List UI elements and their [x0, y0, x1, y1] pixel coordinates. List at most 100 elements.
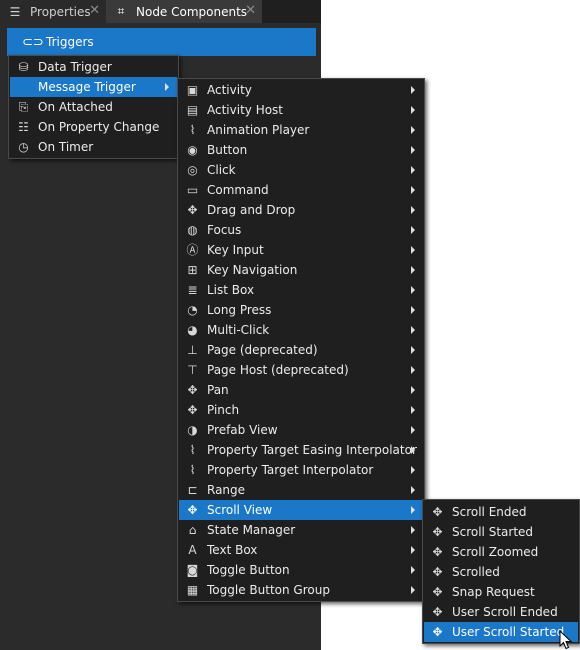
menu-item-label: List Box — [207, 283, 255, 297]
menu-item-scrolled[interactable]: ✥ Scrolled — [424, 562, 578, 582]
menu-item-label: Key Navigation — [207, 263, 298, 277]
chevron-right-icon — [411, 586, 415, 594]
menu-item-long-press[interactable]: ◔ Long Press — [179, 300, 423, 320]
menu-item-label: Prefab View — [207, 423, 278, 437]
menu-item-list-box[interactable]: ≣ List Box — [179, 280, 423, 300]
menu-item-scroll-ended[interactable]: ✥ Scroll Ended — [424, 502, 578, 522]
menu-item-prefab-view[interactable]: ◑ Prefab View — [179, 420, 423, 440]
menu-item-scroll-view[interactable]: ✥ Scroll View — [179, 500, 423, 520]
scroll-icon: ✥ — [432, 545, 443, 559]
close-icon[interactable]: ✕ — [245, 3, 256, 18]
menu-item-label: On Attached — [38, 100, 113, 114]
menu-item-scroll-started[interactable]: ✥ Scroll Started — [424, 522, 578, 542]
easing-icon: ⌇ — [189, 443, 196, 457]
menu-item-label: Button — [207, 143, 248, 157]
menu-item-on-property-change[interactable]: ☷ On Property Change — [10, 117, 177, 137]
menu-item-pinch[interactable]: ✥ Pinch — [179, 400, 423, 420]
chevron-right-icon — [411, 406, 415, 414]
prefab-icon: ◑ — [187, 423, 198, 437]
chevron-right-icon — [411, 526, 415, 534]
menu-item-on-timer[interactable]: ◷ On Timer — [10, 137, 177, 157]
menu-item-focus[interactable]: ◍ Focus — [179, 220, 423, 240]
menu-item-state-manager[interactable]: ⌂ State Manager — [179, 520, 423, 540]
menu-item-scroll-zoomed[interactable]: ✥ Scroll Zoomed — [424, 542, 578, 562]
drag-icon: ✥ — [187, 203, 198, 217]
menu-item-activity-host[interactable]: ▤ Activity Host — [179, 100, 423, 120]
key-input-icon: Ⓐ — [186, 243, 199, 257]
menu-item-multi-click[interactable]: ◕ Multi-Click — [179, 320, 423, 340]
menu-item-range[interactable]: ⊏ Range — [179, 480, 423, 500]
menu-item-data-trigger[interactable]: ⛁ Data Trigger — [10, 57, 177, 77]
chevron-right-icon — [411, 566, 415, 574]
chevron-right-icon — [411, 506, 415, 514]
menu-item-animation-player[interactable]: ⌇ Animation Player — [179, 120, 423, 140]
menu-item-label: Multi-Click — [207, 323, 270, 337]
chevron-right-icon — [411, 486, 415, 494]
menu-item-label: Drag and Drop — [207, 203, 296, 217]
menu-item-button[interactable]: ◉ Button — [179, 140, 423, 160]
page-icon: ⊥ — [187, 343, 198, 357]
scroll-icon: ✥ — [432, 585, 443, 599]
pinch-icon: ✥ — [187, 403, 198, 417]
menu-item-label: On Property Change — [38, 120, 160, 134]
multi-click-icon: ◕ — [187, 323, 198, 337]
chevron-right-icon — [411, 166, 415, 174]
menu-item-property-target-easing-interpolator[interactable]: ⌇ Property Target Easing Interpolator — [179, 440, 423, 460]
menu-item-label: Scrolled — [452, 565, 500, 579]
menu-item-toggle-button[interactable]: ◙ Toggle Button — [179, 560, 423, 580]
state-manager-icon: ⌂ — [188, 523, 197, 537]
tab-bar: ☰ Properties ✕ ⌗ Node Components ✕ — [0, 0, 321, 23]
menu-item-key-input[interactable]: Ⓐ Key Input — [179, 240, 423, 260]
chevron-right-icon — [411, 286, 415, 294]
chevron-right-icon — [411, 126, 415, 134]
chevron-right-icon — [411, 306, 415, 314]
timer-icon: ◷ — [18, 140, 29, 154]
menu-item-key-navigation[interactable]: ⊞ Key Navigation — [179, 260, 423, 280]
message-trigger-submenu: ▣ Activity ▤ Activity Host ⌇ Animation Player… — [177, 78, 425, 602]
page-host-icon: ⊤ — [187, 363, 198, 377]
list-icon: ☰ — [9, 4, 21, 19]
chevron-right-icon — [165, 83, 169, 91]
menu-item-toggle-button-group[interactable]: ▦ Toggle Button Group — [179, 580, 423, 600]
menu-item-user-scroll-started[interactable]: ✥ User Scroll Started — [424, 622, 578, 642]
database-icon: ⛁ — [18, 60, 29, 74]
triggers-button[interactable]: ⊂⊃ Triggers — [7, 28, 316, 56]
menu-item-text-box[interactable]: A Text Box — [179, 540, 423, 560]
menu-item-label: Pinch — [207, 403, 240, 417]
menu-item-label: Page Host (deprecated) — [207, 363, 349, 377]
close-icon[interactable]: ✕ — [89, 3, 100, 18]
button-icon: ◉ — [187, 143, 198, 157]
menu-item-pan[interactable]: ✥ Pan — [179, 380, 423, 400]
chevron-right-icon — [411, 386, 415, 394]
chevron-right-icon — [411, 226, 415, 234]
chevron-right-icon — [411, 186, 415, 194]
tab-node-components[interactable]: ⌗ Node Components ✕ — [106, 0, 262, 23]
menu-item-user-scroll-ended[interactable]: ✥ User Scroll Ended — [424, 602, 578, 622]
tab-properties[interactable]: ☰ Properties ✕ — [0, 0, 106, 23]
menu-item-label: Message Trigger — [38, 80, 136, 94]
menu-item-on-attached[interactable]: ⎘ On Attached — [10, 97, 177, 117]
menu-item-click[interactable]: ◎ Click — [179, 160, 423, 180]
menu-item-label: User Scroll Ended — [452, 605, 558, 619]
chevron-right-icon — [411, 86, 415, 94]
click-icon: ◎ — [187, 163, 198, 177]
menu-item-property-target-interpolator[interactable]: ⌇ Property Target Interpolator — [179, 460, 423, 480]
menu-item-drag-and-drop[interactable]: ✥ Drag and Drop — [179, 200, 423, 220]
pan-icon: ✥ — [187, 383, 198, 397]
menu-item-page-host-deprecated[interactable]: ⊤ Page Host (deprecated) — [179, 360, 423, 380]
tab-label: Node Components — [136, 4, 248, 19]
menu-item-label: Scroll Zoomed — [452, 545, 539, 559]
scroll-icon: ✥ — [432, 565, 443, 579]
activity-host-icon: ▤ — [186, 103, 199, 117]
menu-item-label: Pan — [207, 383, 229, 397]
menu-item-label: State Manager — [207, 523, 296, 537]
menu-item-message-trigger[interactable]: Message Trigger — [10, 77, 177, 97]
chevron-right-icon — [411, 266, 415, 274]
menu-item-page-deprecated[interactable]: ⊥ Page (deprecated) — [179, 340, 423, 360]
menu-item-snap-request[interactable]: ✥ Snap Request — [424, 582, 578, 602]
triggers-label: Triggers — [46, 35, 94, 49]
menu-item-activity[interactable]: ▣ Activity — [179, 80, 423, 100]
long-press-icon: ◔ — [187, 303, 198, 317]
menu-item-command[interactable]: ▭ Command — [179, 180, 423, 200]
chevron-right-icon — [411, 446, 415, 454]
